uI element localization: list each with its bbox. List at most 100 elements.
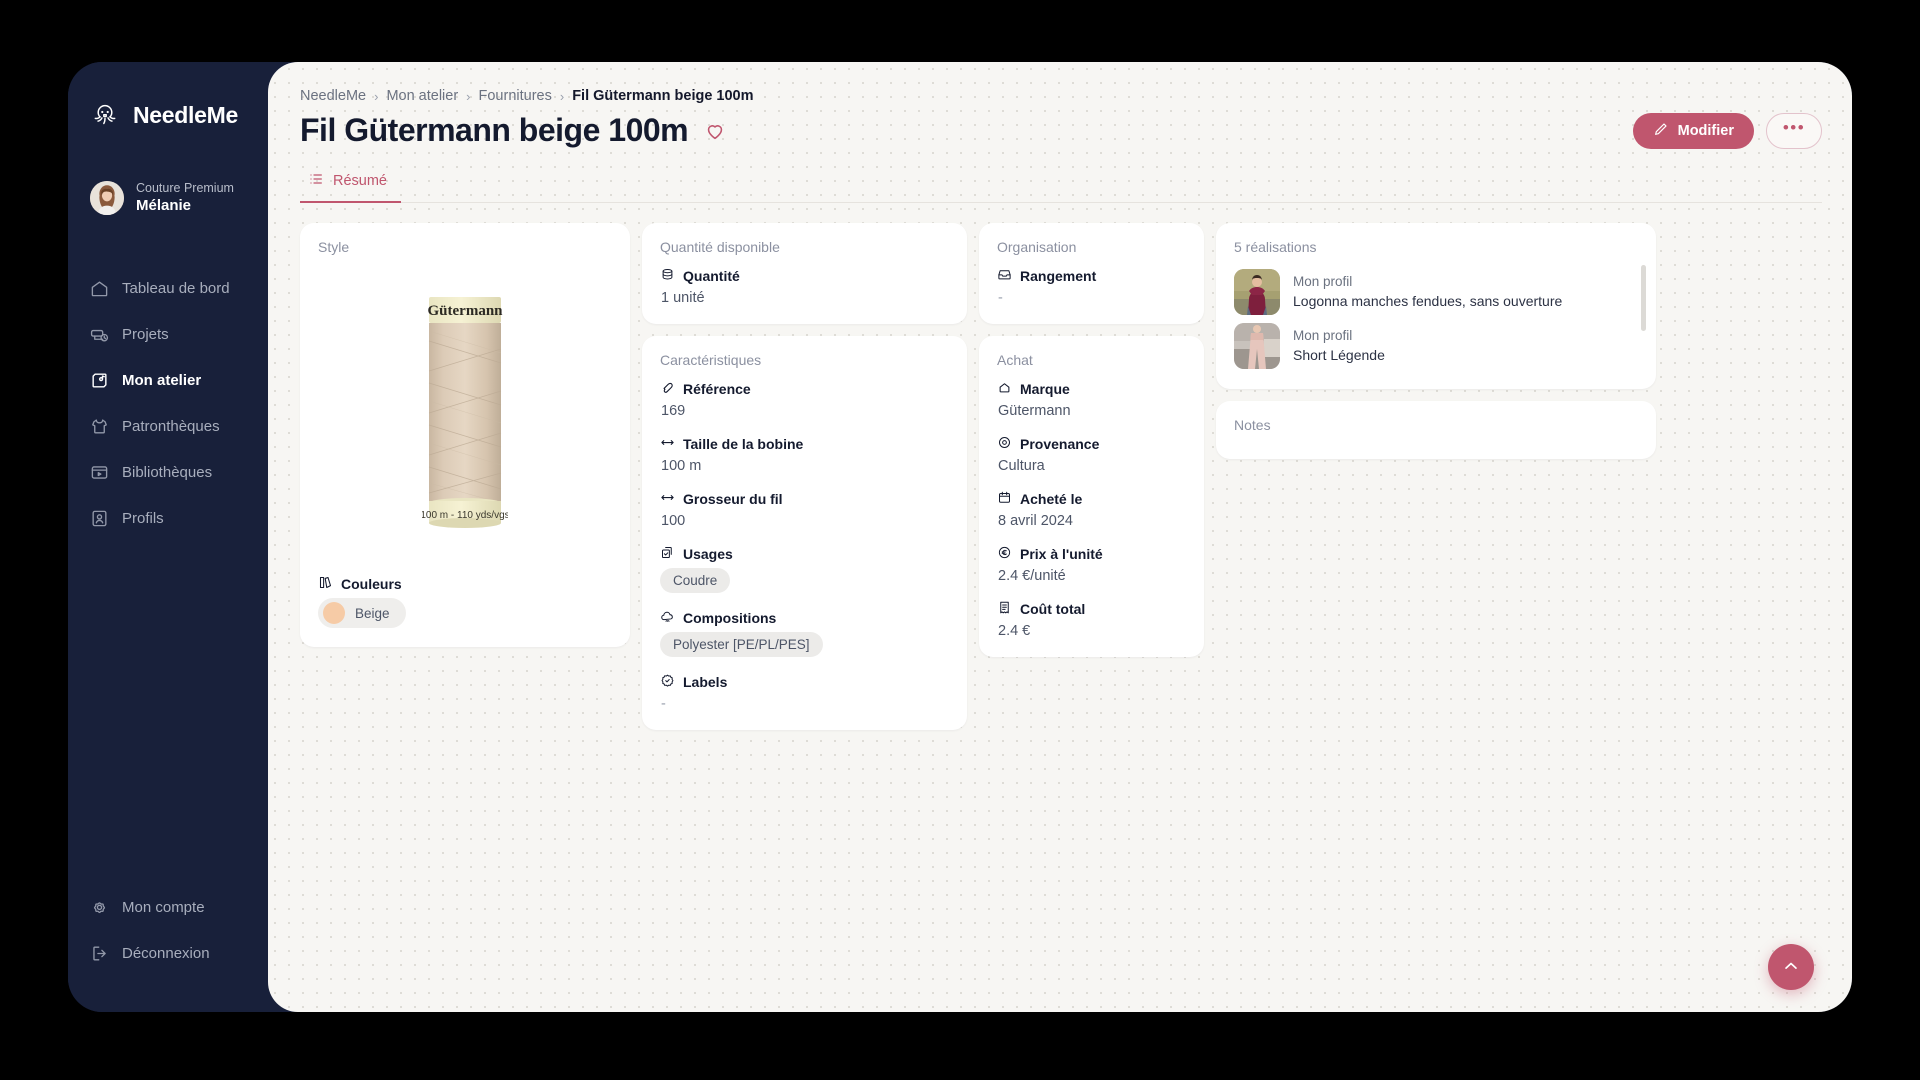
- list-item[interactable]: Mon profil Short Légende: [1234, 321, 1622, 371]
- arrows-horizontal-icon: [660, 490, 675, 508]
- unit-price-value: 2.4 €/unité: [998, 568, 1066, 584]
- pencil-icon: [1653, 121, 1669, 141]
- provenance-label: Provenance: [1020, 436, 1100, 452]
- breadcrumb-item-fournitures[interactable]: Fournitures: [479, 88, 552, 104]
- sidebar-item-bibliotheques[interactable]: Bibliothèques: [68, 449, 268, 495]
- labels-field: Labels -: [660, 673, 949, 712]
- style-card-label: Style: [318, 239, 350, 255]
- brand-name: NeedleMe: [133, 101, 238, 128]
- breadcrumb-separator: ›: [374, 88, 379, 104]
- breadcrumb-item-mon-atelier[interactable]: Mon atelier: [386, 88, 458, 104]
- desktop-background: NeedleMe Couture Premium Mélanie Tableau…: [0, 0, 1920, 1080]
- stack-icon: [660, 267, 675, 285]
- more-options-button[interactable]: •••: [1766, 112, 1822, 149]
- breadcrumb-item-needleme[interactable]: NeedleMe: [300, 88, 366, 104]
- sidebar-item-label: Mon compte: [122, 898, 205, 916]
- user-card-icon: [90, 509, 109, 528]
- usages-field: Usages Coudre: [660, 545, 949, 593]
- receipt-icon: [997, 600, 1012, 618]
- chevron-up-icon: [1781, 956, 1801, 979]
- tab-bar: Résumé: [300, 165, 1822, 203]
- tab-resume[interactable]: Résumé: [300, 165, 401, 203]
- organisation-card-label: Organisation: [997, 239, 1077, 255]
- sidebar-item-label: Patronthèques: [122, 417, 220, 435]
- cloud-icon: [660, 609, 675, 627]
- arrows-horizontal-icon: [660, 435, 675, 453]
- realisations-list: Mon profil Logonna manches fendues, sans…: [1234, 267, 1638, 371]
- calendar-icon: [997, 490, 1012, 508]
- user-plan: Couture Premium: [136, 181, 234, 195]
- thread-weight-value: 100: [661, 513, 686, 529]
- quantity-field-head: Quantité: [660, 267, 949, 285]
- heart-icon[interactable]: [704, 120, 726, 142]
- user-profile[interactable]: Couture Premium Mélanie: [68, 181, 268, 216]
- avatar: [90, 181, 124, 216]
- sidebar-item-label: Bibliothèques: [122, 463, 213, 481]
- brand-field-head: Marque: [997, 380, 1186, 398]
- total-cost-label: Coût total: [1020, 601, 1086, 617]
- thread-weight-field: Grosseur du fil 100: [660, 490, 949, 529]
- sidebar-item-tableau-de-bord[interactable]: Tableau de bord: [68, 265, 268, 311]
- app-window: NeedleMe Couture Premium Mélanie Tableau…: [68, 62, 1852, 1012]
- compositions-field: Compositions Polyester [PE/PL/PES]: [660, 609, 949, 657]
- spool-size-label: Taille de la bobine: [683, 436, 804, 452]
- color-name: Beige: [355, 605, 390, 621]
- breadcrumb-separator: ›: [559, 88, 565, 104]
- breadcrumb: NeedleMe › Mon atelier › Fournitures › F…: [300, 88, 1822, 104]
- sidebar-item-patrontheques[interactable]: Patronthèques: [68, 403, 268, 449]
- notes-card[interactable]: Notes: [1216, 401, 1656, 459]
- characteristics-card: Caractéristiques Référence 169 Taille de…: [642, 336, 967, 730]
- home-icon: [90, 279, 109, 298]
- sidebar-item-mon-atelier[interactable]: Mon atelier: [68, 357, 268, 403]
- column-realisations-notes: 5 réalisations Mon profil Logonna manche…: [1216, 223, 1656, 459]
- realisations-scrollbar[interactable]: [1641, 265, 1646, 331]
- sidebar-item-profils[interactable]: Profils: [68, 495, 268, 541]
- sidebar-item-label: Tableau de bord: [122, 279, 230, 297]
- color-chip[interactable]: Beige: [318, 598, 406, 628]
- purchase-date-value: 8 avril 2024: [998, 513, 1073, 529]
- list-item[interactable]: Mon profil Logonna manches fendues, sans…: [1234, 267, 1622, 317]
- octopus-icon: [88, 98, 122, 132]
- brand[interactable]: NeedleMe: [68, 88, 268, 136]
- purchase-date-field: Acheté le 8 avril 2024: [997, 490, 1186, 529]
- total-cost-field: Coût total 2.4 €: [997, 600, 1186, 639]
- labels-value: -: [661, 696, 666, 712]
- breadcrumb-separator: ›: [466, 88, 471, 104]
- sidebar-item-label: Profils: [122, 509, 164, 527]
- sidebar-item-deconnexion[interactable]: Déconnexion: [68, 930, 268, 976]
- quantity-field: Quantité 1 unité: [660, 267, 949, 306]
- brand-field: Marque Gütermann: [997, 380, 1186, 419]
- sidebar-item-mon-compte[interactable]: Mon compte: [68, 884, 268, 930]
- spool-size-field: Taille de la bobine 100 m: [660, 435, 949, 474]
- list-icon: [308, 171, 324, 191]
- total-cost-field-head: Coût total: [997, 600, 1186, 618]
- realisation-profile: Mon profil: [1293, 328, 1353, 344]
- reference-field: Référence 169: [660, 380, 949, 419]
- realisation-name: Logonna manches fendues, sans ouverture: [1293, 292, 1563, 309]
- characteristics-card-label: Caractéristiques: [660, 352, 762, 368]
- thread-weight-label: Grosseur du fil: [683, 491, 783, 507]
- composition-chip[interactable]: Polyester [PE/PL/PES]: [660, 632, 823, 657]
- edit-button-label: Modifier: [1677, 122, 1734, 139]
- edit-button[interactable]: Modifier: [1632, 112, 1754, 149]
- colors-field: Couleurs Beige: [318, 575, 612, 629]
- style-image-container[interactable]: Gütermann 100 m - 110 yds/vgs: [318, 267, 612, 559]
- purchase-card: Achat Marque Gütermann Provenance Cultur…: [979, 336, 1204, 657]
- sidebar-item-projets[interactable]: Projets: [68, 311, 268, 357]
- realisation-name: Short Légende: [1293, 346, 1385, 363]
- style-card: Style Gütermann 100 m - 110 yds/vgs Coul…: [300, 223, 630, 647]
- realisation-thumbnail: [1234, 269, 1280, 315]
- provenance-field: Provenance Cultura: [997, 435, 1186, 474]
- usage-chip[interactable]: Coudre: [660, 568, 731, 593]
- pin-icon: [997, 435, 1012, 453]
- storage-field-head: Rangement: [997, 267, 1186, 285]
- quantity-card-label: Quantité disponible: [660, 239, 780, 255]
- quantity-value: 1 unité: [661, 290, 705, 306]
- tab-label: Résumé: [333, 173, 387, 189]
- color-swatch: [323, 602, 345, 624]
- usages-field-head: Usages: [660, 545, 949, 563]
- scroll-to-top-button[interactable]: [1768, 944, 1814, 990]
- unit-price-field: Prix à l'unité 2.4 €/unité: [997, 545, 1186, 584]
- thread-spool-image: Gütermann 100 m - 110 yds/vgs: [420, 297, 510, 529]
- sidebar-nav: Tableau de bord Projets Mon atelier Patr…: [68, 265, 268, 541]
